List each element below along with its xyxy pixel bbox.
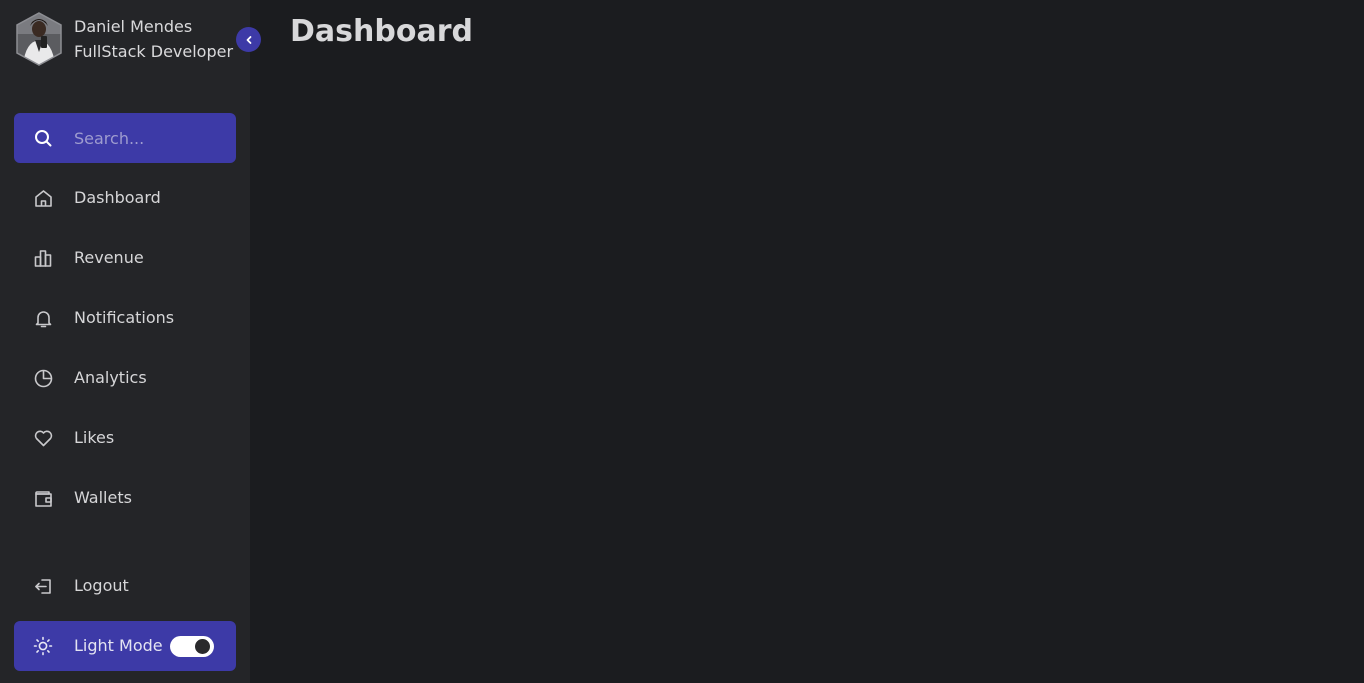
pie-chart-icon [33,368,54,389]
search-box[interactable] [14,113,236,163]
avatar [15,12,63,66]
light-mode-toggle[interactable] [170,636,214,657]
sidebar-item-notifications[interactable]: Notifications [14,293,236,343]
sidebar-item-label: Wallets [74,488,132,507]
sidebar-item-label: Notifications [74,308,175,327]
heart-icon [33,428,54,449]
light-mode-row: Light Mode [14,621,236,671]
profile-role: FullStack Developer [74,42,234,61]
light-mode-label: Light Mode [74,636,163,655]
sidebar-item-label: Revenue [74,248,144,267]
logout-label: Logout [74,576,129,595]
collapse-sidebar-button[interactable] [236,27,261,52]
sidebar-item-label: Likes [74,428,115,447]
sun-icon [33,636,53,656]
profile-name: Daniel Mendes [74,17,193,36]
sidebar-item-likes[interactable]: Likes [14,413,236,463]
sidebar-item-dashboard[interactable]: Dashboard [14,173,236,223]
search-icon [33,128,53,148]
sidebar-item-revenue[interactable]: Revenue [14,233,236,283]
logout-button[interactable]: Logout [14,561,236,611]
chevron-left-icon [246,35,251,44]
wallet-icon [33,488,54,509]
page-title: Dashboard [290,14,473,49]
toggle-knob [195,639,210,654]
bell-icon [33,308,54,329]
sidebar-item-analytics[interactable]: Analytics [14,353,236,403]
search-input[interactable] [74,113,224,163]
profile: Daniel Mendes FullStack Developer [15,12,233,66]
app: Daniel Mendes FullStack Developer Dashbo… [0,0,1364,683]
logout-icon [33,576,54,597]
sidebar-item-wallets[interactable]: Wallets [14,473,236,523]
home-icon [33,188,54,209]
sidebar-item-label: Dashboard [74,188,161,207]
bar-chart-icon [33,248,54,269]
sidebar-item-label: Analytics [74,368,147,387]
sidebar: Daniel Mendes FullStack Developer Dashbo… [0,0,250,683]
profile-text: Daniel Mendes FullStack Developer [74,14,233,64]
